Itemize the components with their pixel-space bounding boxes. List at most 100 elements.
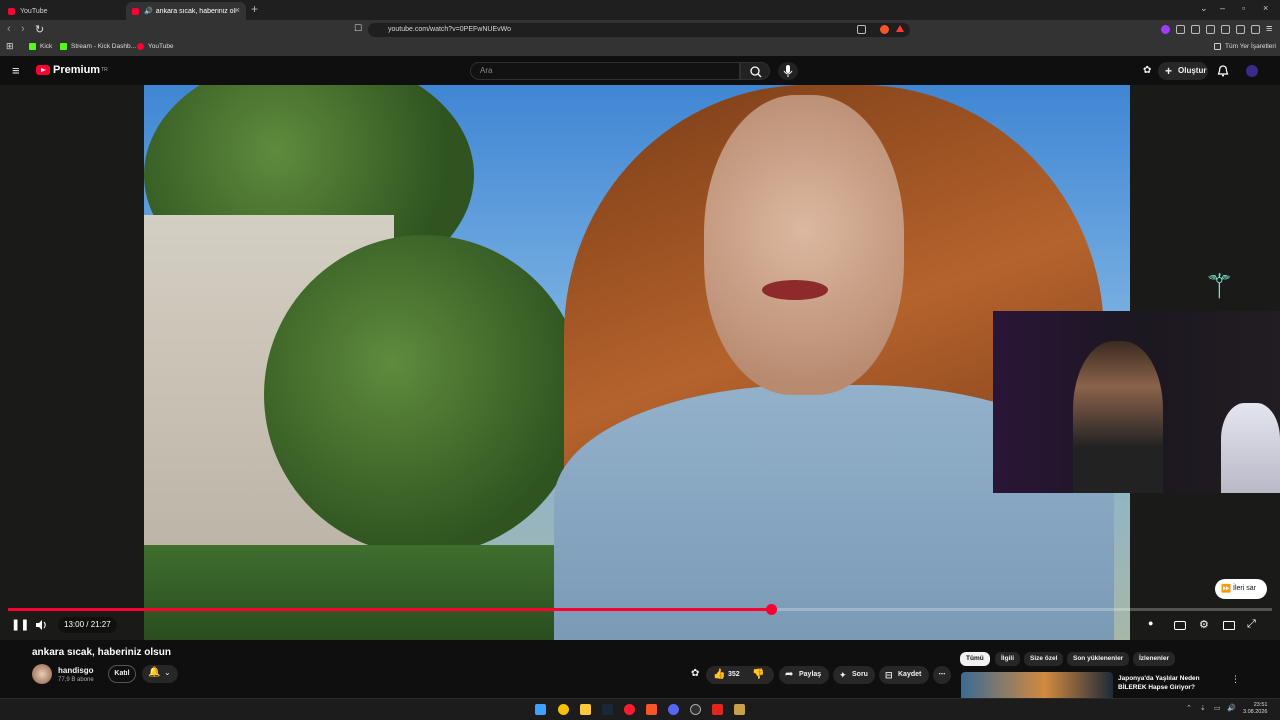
join-button[interactable]: Katıl [108, 665, 136, 683]
recommendation-title[interactable]: Japonya'da Yaşlılar Neden BİLEREK Hapse … [1118, 674, 1228, 692]
volume-icon[interactable]: 🔊 [1227, 704, 1236, 712]
settings-gear-icon[interactable]: ⚙ [1199, 618, 1209, 631]
skip-forward-button[interactable]: ⏩ İleri sar [1215, 579, 1267, 599]
obs-icon[interactable] [690, 704, 701, 715]
discord-icon[interactable] [668, 704, 679, 715]
address-toolbar: ‹ › ↻ ☐ youtube.com/watch?v=0PEFwNUEvWo … [0, 20, 1280, 40]
video-player[interactable]: ⚚ ⏩ İleri sar ❚❚ 13:00 / 21:27 ● ⚙ ⤢ [0, 85, 1280, 640]
more-actions-button[interactable]: ⋯ [933, 666, 951, 684]
file-explorer-icon[interactable] [580, 704, 591, 715]
tab-search-icon[interactable]: ⌄ [1200, 3, 1208, 14]
app-icon[interactable] [734, 704, 745, 715]
bookmark-youtube[interactable]: YouTube [137, 43, 174, 50]
all-bookmarks[interactable]: Tüm Yer İşaretleri [1214, 43, 1276, 50]
chrome-icon[interactable] [558, 704, 569, 715]
subtitles-icon[interactable] [1174, 621, 1186, 630]
brave-shields-icon[interactable] [880, 25, 889, 34]
minimize-icon[interactable]: – [1220, 3, 1225, 13]
apps-grid-icon[interactable]: ⊞ [6, 41, 14, 52]
bookmark-label: Kick [40, 43, 53, 50]
forward-icon[interactable]: › [21, 23, 25, 35]
back-icon[interactable]: ‹ [7, 23, 11, 35]
ask-button[interactable]: ✦ Soru [833, 666, 875, 684]
extension-icon[interactable] [1176, 25, 1185, 34]
create-button[interactable]: + Oluştur [1158, 62, 1208, 80]
chip-watched[interactable]: İzlenenler [1133, 652, 1175, 666]
cast-icon[interactable] [857, 25, 866, 34]
menu-icon[interactable]: ≡ [1266, 23, 1272, 35]
dislike-icon[interactable]: 👎 [752, 666, 764, 684]
chip-related[interactable]: İlgili [995, 652, 1020, 666]
time-display: 13:00 / 21:27 [58, 617, 117, 633]
pause-icon[interactable]: ❚❚ [11, 618, 29, 631]
brave-rewards-icon[interactable] [896, 25, 904, 32]
bookmarks-bar: ⊞ Kick Stream - Kick Dashb... YouTube Tü… [0, 40, 1280, 56]
sidebar-icon[interactable] [1206, 25, 1215, 34]
video-frame[interactable] [144, 85, 1130, 640]
search-placeholder: Ara [480, 66, 493, 75]
vpn-icon[interactable] [1251, 25, 1260, 34]
more-vertical-icon[interactable]: ⋮ [1231, 674, 1240, 685]
tab-active-video[interactable]: 🔊 ankara sıcak, haberiniz olsun × [126, 2, 246, 20]
bookmark-kick-dashboard[interactable]: Stream - Kick Dashb... [60, 43, 136, 50]
subscriber-count: 77,9 B abone [58, 677, 94, 683]
tab-label: YouTube [20, 7, 48, 15]
restore-icon[interactable]: ▫ [1242, 3, 1245, 13]
chip-recent-uploads[interactable]: Son yüklenenler [1067, 652, 1130, 666]
save-button[interactable]: ⊟ Kaydet [879, 666, 929, 684]
bookmark-page-icon[interactable]: ☐ [354, 23, 362, 34]
tray-icon[interactable]: ⇣ [1200, 704, 1206, 712]
app-icon[interactable] [712, 704, 723, 715]
extension-icon[interactable] [1161, 25, 1170, 34]
music-icon[interactable] [1191, 25, 1200, 34]
channel-avatar[interactable] [32, 664, 52, 684]
like-count[interactable]: 352 [728, 666, 740, 684]
save-label: Kaydet [898, 671, 922, 678]
progress-bar[interactable] [8, 604, 1272, 615]
avatar[interactable] [1246, 65, 1258, 77]
close-window-icon[interactable]: × [1263, 3, 1268, 13]
like-icon[interactable]: 👍 [713, 666, 725, 684]
youtube-premium-logo[interactable]: Premium TR [36, 64, 108, 76]
steam-icon[interactable] [602, 704, 613, 715]
country-badge: TR [101, 67, 108, 73]
system-clock[interactable]: 23:51 3.08.2026 [1243, 702, 1267, 716]
extensions-puzzle-icon[interactable] [1236, 25, 1245, 34]
autoplay-toggle-icon[interactable]: ● [1148, 618, 1153, 628]
reload-icon[interactable]: ↻ [35, 23, 44, 36]
hamburger-menu-icon[interactable]: ≡ [12, 63, 20, 78]
tray-chevron-icon[interactable]: ⌃ [1186, 704, 1192, 712]
voice-search-button[interactable] [778, 62, 798, 80]
opera-icon[interactable] [624, 704, 635, 715]
sparkle-icon[interactable]: ✿ [691, 668, 699, 679]
chip-for-you[interactable]: Size özel [1024, 652, 1064, 666]
channel-name[interactable]: handisgo [58, 666, 94, 675]
notifications-bell-icon[interactable] [1217, 65, 1229, 77]
plus-icon: + [1165, 64, 1173, 78]
bookmark-label: YouTube [148, 43, 174, 50]
sparkle-icon[interactable]: ✿ [1143, 65, 1151, 76]
network-icon[interactable]: ▭ [1214, 704, 1221, 712]
chip-all[interactable]: Tümü [960, 652, 990, 666]
search-input[interactable]: Ara [470, 62, 740, 80]
new-tab-icon[interactable]: + [251, 2, 258, 16]
tab-youtube[interactable]: YouTube [2, 2, 122, 20]
bookmark-kick[interactable]: Kick [29, 43, 52, 50]
wallet-icon[interactable] [1221, 25, 1230, 34]
windows-start-icon[interactable] [535, 704, 546, 715]
fullscreen-icon[interactable]: ⤢ [1247, 618, 1256, 631]
subscription-bell-button[interactable]: 🔔 ⌄ [142, 665, 178, 683]
fast-forward-icon: ⏩ [1221, 584, 1231, 593]
volume-icon[interactable] [35, 619, 48, 631]
search-button[interactable] [740, 62, 770, 80]
microphone-icon [783, 65, 793, 77]
close-tab-icon[interactable]: × [235, 5, 240, 15]
share-button[interactable]: ➦ Paylaş [779, 666, 829, 684]
brave-icon[interactable] [646, 704, 657, 715]
url-field[interactable]: youtube.com/watch?v=0PEFwNUEvWo [368, 23, 910, 37]
theater-mode-icon[interactable] [1223, 621, 1235, 630]
speaker-icon: 🔊 [144, 8, 153, 15]
browser-tab-strip: YouTube 🔊 ankara sıcak, haberiniz olsun … [0, 0, 1280, 20]
progress-played [8, 608, 772, 611]
share-icon: ➦ [785, 669, 794, 680]
